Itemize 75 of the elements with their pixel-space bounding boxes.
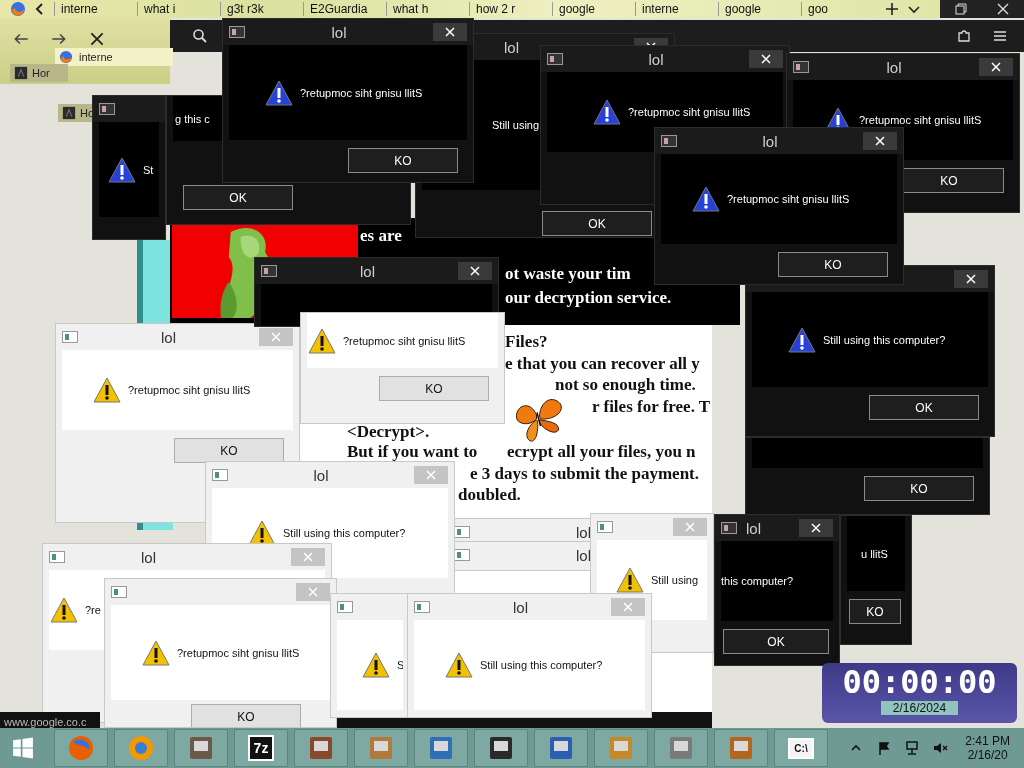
dialog-message: ?retupmoc siht gnisu llitS bbox=[300, 86, 423, 99]
page-text: es are bbox=[360, 227, 402, 245]
dialog-message: ?retupmoc siht gnisu llitS bbox=[343, 334, 466, 347]
taskbar-button[interactable]: 7z bbox=[234, 729, 288, 767]
dialog-button[interactable]: KO bbox=[379, 376, 489, 401]
window-title: lol bbox=[885, 58, 903, 76]
dialog-button[interactable]: KO bbox=[191, 704, 301, 727]
page-text: But if you want to bbox=[347, 443, 478, 461]
page-text: ecrypt all your files, you n bbox=[507, 443, 696, 461]
dialog-message: Still using bbox=[651, 574, 699, 586]
dialog-message: ?re bbox=[85, 604, 101, 616]
browser-tab[interactable]: interne bbox=[79, 51, 113, 63]
window-title: lol bbox=[160, 328, 177, 346]
dialog-message: ?retupmoc siht gnisu llitS bbox=[727, 193, 850, 205]
dialog-message: ?retupmoc siht gnisu llitS bbox=[859, 114, 982, 126]
browser-tab[interactable]: what i bbox=[137, 2, 214, 16]
window-title: lol bbox=[330, 23, 348, 41]
browser-tab[interactable]: what h bbox=[386, 2, 463, 16]
dialog-button[interactable]: OK bbox=[183, 185, 293, 210]
dialog-message: Still using this computer? bbox=[823, 333, 946, 346]
browser-tab[interactable]: google bbox=[552, 2, 629, 16]
dialog-message: ?retupmoc siht gnisu llitS bbox=[177, 646, 300, 659]
clock-time: 2:41 PM bbox=[965, 734, 1010, 748]
page-text: our decryption service. bbox=[505, 289, 672, 307]
dialog-message: ?retupmoc siht gnisu llitS bbox=[628, 106, 751, 118]
dialog-button[interactable]: KO bbox=[348, 148, 458, 173]
dialog-message: S bbox=[397, 659, 403, 671]
taskbar-button[interactable]: C:\ bbox=[774, 729, 828, 767]
dialog-button[interactable]: OK bbox=[542, 211, 652, 236]
page-text: not so enough time. bbox=[555, 376, 696, 394]
window-title: lol bbox=[503, 38, 520, 56]
bookmark-label: Hor bbox=[32, 67, 50, 79]
status-url: www.google.co.c bbox=[3, 716, 87, 728]
window-title: lol bbox=[312, 466, 330, 484]
dialog-message: g this c bbox=[175, 112, 210, 125]
page-text: e that you can recover all y bbox=[505, 355, 700, 373]
dialog-message: Still using this computer? bbox=[480, 659, 603, 671]
browser-tab[interactable]: interne bbox=[635, 2, 712, 16]
window-title: lol bbox=[647, 50, 665, 68]
window-title: lol bbox=[140, 548, 157, 566]
browser-tab[interactable]: goo bbox=[801, 2, 878, 16]
page-text: ot waste your tim bbox=[505, 265, 631, 283]
page-text: e 3 days to submit the payment. bbox=[470, 465, 700, 483]
browser-tab[interactable]: E2Guardia bbox=[303, 2, 380, 16]
dialog-message: ?retupmoc siht gnisu llitS bbox=[128, 384, 251, 396]
dialog-message: St bbox=[143, 163, 154, 176]
page-text: <Decrypt>. bbox=[347, 423, 430, 441]
browser-tab[interactable]: google bbox=[718, 2, 795, 16]
dialog-button[interactable]: KO bbox=[778, 252, 888, 277]
browser-tab[interactable]: g3t r3k bbox=[220, 2, 297, 16]
page-text: Files? bbox=[505, 333, 548, 351]
window-title: lol bbox=[512, 598, 529, 616]
browser-tab[interactable]: interne bbox=[54, 2, 131, 16]
taskbar-clock[interactable]: 2:41 PM 2/16/20 bbox=[957, 734, 1024, 762]
window-title: lol bbox=[575, 523, 591, 541]
window-title: lol bbox=[745, 519, 762, 537]
clock-date: 2/16/2024 bbox=[880, 701, 959, 715]
dialog-message: this computer? bbox=[721, 575, 794, 587]
page-text: doubled. bbox=[458, 486, 521, 504]
dialog-button[interactable]: KO bbox=[849, 599, 901, 624]
clock-time: 00:00:00 bbox=[842, 663, 997, 701]
window-title: lol bbox=[761, 132, 779, 150]
dialog-button[interactable]: OK bbox=[723, 629, 829, 654]
browser-tab[interactable]: how 2 r bbox=[469, 2, 546, 16]
bookmark-item[interactable]: Hor bbox=[10, 64, 68, 82]
window-title: lol bbox=[359, 262, 376, 280]
window-title: lol bbox=[575, 546, 591, 564]
dialog-message: Still using this computer? bbox=[283, 527, 406, 539]
dialog-message: Still using bbox=[492, 119, 540, 131]
page-text: r files for free. T bbox=[592, 398, 711, 416]
dialog-button[interactable]: OK bbox=[869, 395, 979, 420]
clock-date: 2/16/20 bbox=[967, 748, 1008, 762]
dialog-message: u llitS bbox=[861, 547, 888, 560]
dialog-button[interactable]: KO bbox=[174, 438, 284, 463]
dialog-button[interactable]: KO bbox=[864, 476, 974, 501]
